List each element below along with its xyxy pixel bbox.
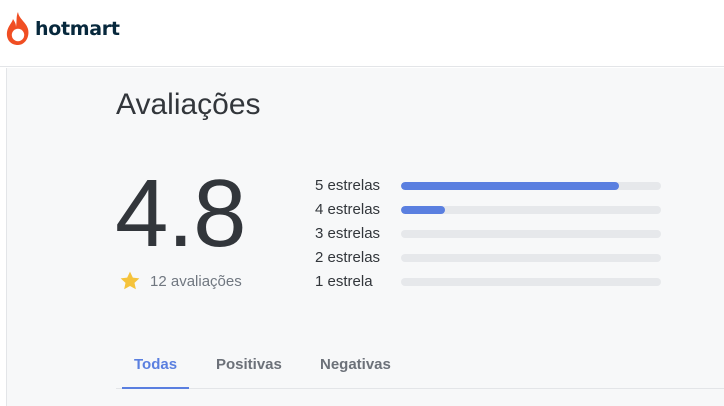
rating-label: 3 estrelas <box>315 225 381 242</box>
rating-label: 1 estrela <box>315 273 373 290</box>
brand-name: hotmart <box>35 18 120 40</box>
rating-bar-track <box>401 254 661 262</box>
tab-negativas[interactable]: Negativas <box>308 338 403 389</box>
review-count-row: 12 avaliações <box>119 270 242 292</box>
top-bar: hotmart <box>0 0 724 67</box>
rating-row-1: 1 estrela <box>315 272 675 296</box>
rating-row-2: 2 estrelas <box>315 248 675 272</box>
average-rating: 4.8 <box>115 160 246 267</box>
star-icon <box>120 271 140 290</box>
rating-bar-fill <box>401 206 446 214</box>
hotmart-logo[interactable]: hotmart <box>4 11 120 47</box>
rating-bar-track <box>401 278 661 286</box>
tab-positivas[interactable]: Positivas <box>204 338 294 389</box>
rating-bar-track <box>401 230 661 238</box>
rating-label: 2 estrelas <box>315 249 381 266</box>
rating-label: 5 estrelas <box>315 177 381 194</box>
rating-bar-track <box>401 182 661 190</box>
rating-bar-track <box>401 206 661 214</box>
rating-bar-fill <box>401 182 620 190</box>
flame-icon <box>6 12 29 45</box>
rating-row-5: 5 estrelas <box>315 176 675 200</box>
rating-row-4: 4 estrelas <box>315 200 675 224</box>
rating-label: 4 estrelas <box>315 201 381 218</box>
tab-todas[interactable]: Todas <box>122 338 190 389</box>
review-count: 12 avaliações <box>150 272 242 290</box>
review-filter-tabs: Todas Positivas Negativas <box>116 338 724 389</box>
rating-distribution: 5 estrelas 4 estrelas 3 estrelas 2 estre… <box>315 176 675 296</box>
rating-row-3: 3 estrelas <box>315 224 675 248</box>
reviews-section: Avaliações 4.8 12 avaliações 5 estrelas … <box>6 68 724 406</box>
page-title: Avaliações <box>116 88 261 121</box>
